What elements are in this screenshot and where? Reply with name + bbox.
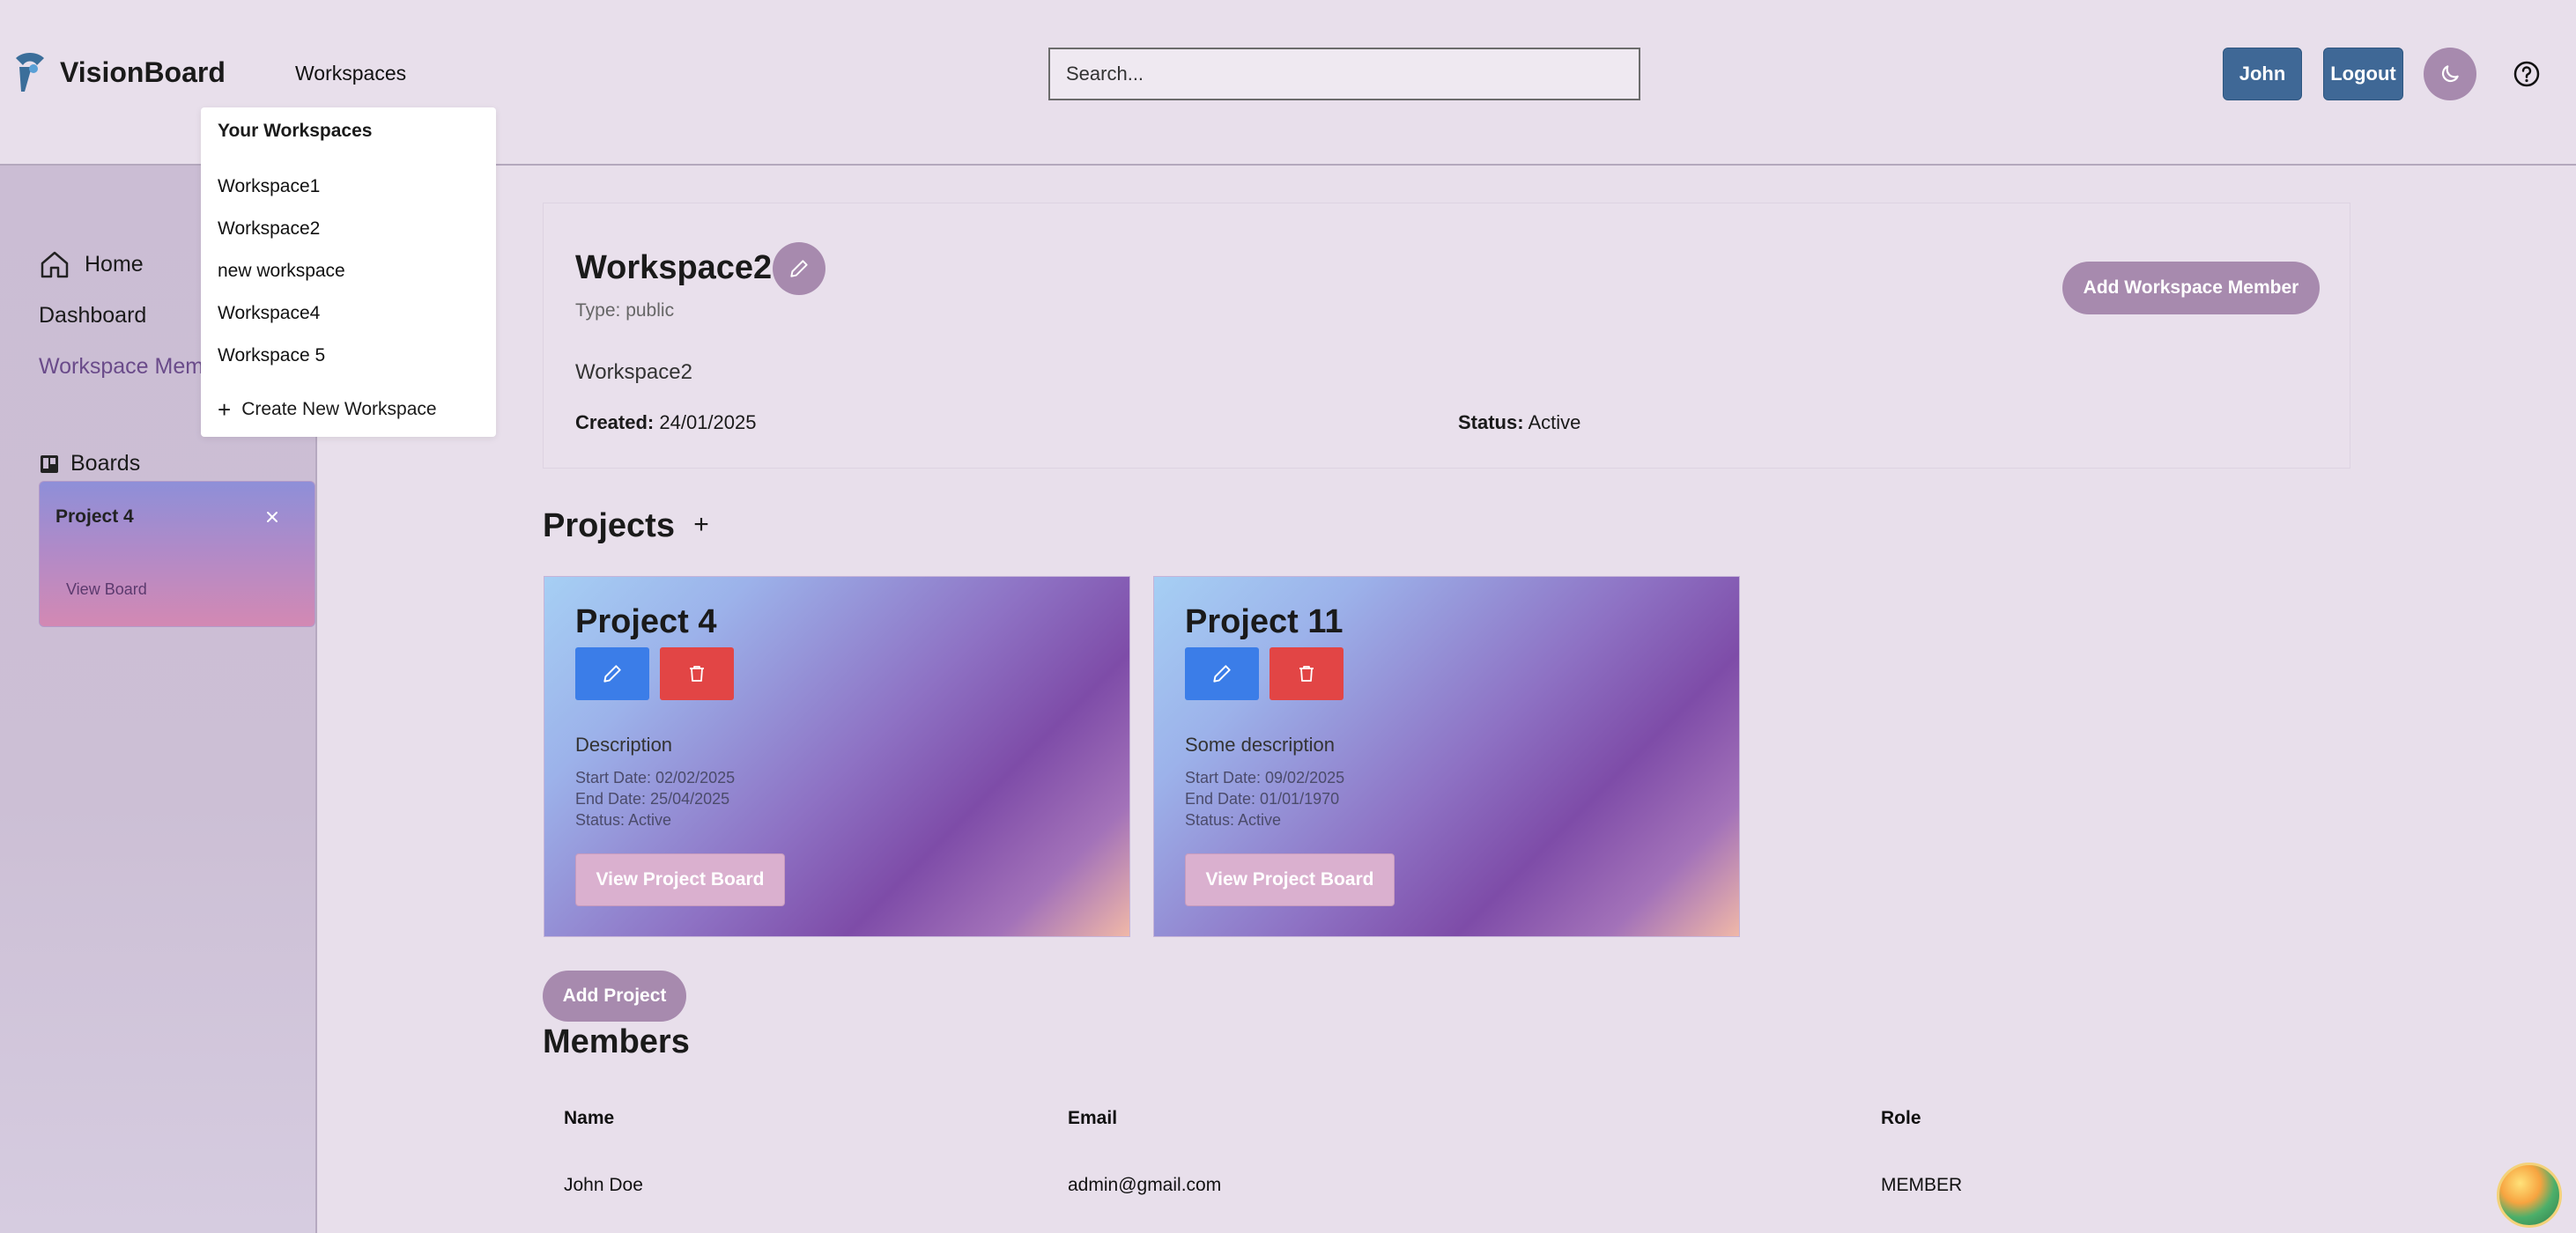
project-end-date: End Date: 01/01/1970 [1185, 790, 1340, 808]
search-input[interactable] [1048, 48, 1640, 100]
members-column-name: Name [564, 1108, 615, 1128]
app-name: VisionBoard [60, 55, 226, 88]
project-title: Project 4 [575, 603, 717, 640]
view-project-board-button[interactable]: View Project Board [575, 853, 785, 906]
sidebar-boards-label: Boards [70, 451, 141, 476]
delete-project-button[interactable] [660, 647, 734, 700]
dropdown-item-workspace[interactable]: Workspace4 [218, 303, 320, 324]
sidebar-item-label: Home [85, 251, 144, 277]
trash-icon [1299, 666, 1314, 682]
dropdown-item-workspace[interactable]: Workspace 5 [218, 345, 325, 366]
home-icon [41, 251, 69, 278]
add-workspace-member-button[interactable]: Add Workspace Member [2062, 262, 2320, 314]
sidebar-boards-heading: Boards [39, 451, 140, 476]
members-column-email: Email [1068, 1108, 1118, 1128]
create-workspace-label: Create New Workspace [241, 399, 437, 419]
edit-project-button[interactable] [1185, 647, 1259, 700]
project-description: Description [575, 734, 673, 756]
dropdown-item-workspace[interactable]: Workspace1 [218, 176, 320, 197]
assistant-avatar[interactable] [2497, 1163, 2562, 1228]
project-card: Project 4 Description Start Date: 02/02/… [544, 576, 1130, 937]
view-board-link[interactable]: View Board [66, 580, 147, 599]
workspaces-dropdown: Your Workspaces Workspace1 Workspace2 ne… [201, 107, 496, 437]
add-project-icon[interactable]: + [687, 511, 715, 539]
pencil-icon [790, 260, 808, 277]
project-start-date: Start Date: 09/02/2025 [1185, 769, 1345, 786]
trash-icon [690, 666, 704, 682]
pencil-icon [1213, 665, 1231, 683]
view-project-board-button[interactable]: View Project Board [1185, 853, 1395, 906]
workspace-status: Status: Active [1458, 411, 1580, 434]
workspace-description: Workspace2 [575, 360, 692, 384]
moon-icon [2441, 65, 2459, 83]
help-icon[interactable] [2513, 60, 2541, 88]
create-workspace-button[interactable]: + Create New Workspace [218, 398, 437, 421]
edit-project-button[interactable] [575, 647, 649, 700]
workspace-title: Workspace2 [575, 249, 773, 286]
sidebar-item-dashboard[interactable]: Dashboard [39, 303, 146, 329]
pencil-icon [603, 665, 621, 683]
dropdown-item-workspace[interactable]: new workspace [218, 261, 345, 282]
member-role: MEMBER [1881, 1175, 1963, 1195]
created-label: Created: [575, 411, 655, 433]
status-label: Status: [1458, 411, 1524, 433]
theme-toggle-button[interactable] [2424, 48, 2476, 100]
created-value: 24/01/2025 [659, 411, 757, 433]
workspace-info-card: Workspace2 Type: public Workspace2 Creat… [543, 203, 2350, 469]
board-card-title: Project 4 [56, 506, 134, 527]
project-status: Status: Active [1185, 811, 1282, 829]
delete-project-button[interactable] [1269, 647, 1344, 700]
user-button[interactable]: John [2223, 48, 2302, 100]
project-start-date: Start Date: 02/02/2025 [575, 769, 736, 786]
workspace-created: Created: 24/01/2025 [575, 411, 756, 434]
logout-button[interactable]: Logout [2323, 48, 2403, 100]
project-title: Project 11 [1185, 603, 1344, 640]
members-heading: Members [543, 1023, 690, 1060]
plus-icon: + [218, 396, 232, 423]
projects-heading: Projects [543, 507, 675, 544]
member-name: John Doe [564, 1175, 643, 1195]
dropdown-item-workspace[interactable]: Workspace2 [218, 218, 320, 240]
edit-workspace-button[interactable] [773, 242, 825, 295]
workspaces-menu-button[interactable]: Workspaces [295, 62, 406, 85]
board-icon [41, 454, 58, 473]
members-column-role: Role [1881, 1108, 1921, 1128]
close-icon[interactable] [262, 506, 283, 528]
status-value: Active [1528, 411, 1581, 433]
app-logo[interactable]: VisionBoard [11, 49, 226, 95]
workspace-type: Type: public [575, 300, 675, 321]
member-email: admin@gmail.com [1068, 1175, 1222, 1195]
project-card: Project 11 Some description Start Date: … [1153, 576, 1740, 937]
sidebar-board-card[interactable]: Project 4 View Board [39, 481, 315, 627]
dropdown-title: Your Workspaces [218, 121, 373, 141]
sidebar-item-home[interactable]: Home [39, 248, 144, 280]
project-status: Status: Active [575, 811, 672, 829]
logo-icon [16, 53, 44, 92]
project-description: Some description [1185, 734, 1335, 756]
add-project-button[interactable]: Add Project [543, 971, 686, 1022]
project-end-date: End Date: 25/04/2025 [575, 790, 730, 808]
